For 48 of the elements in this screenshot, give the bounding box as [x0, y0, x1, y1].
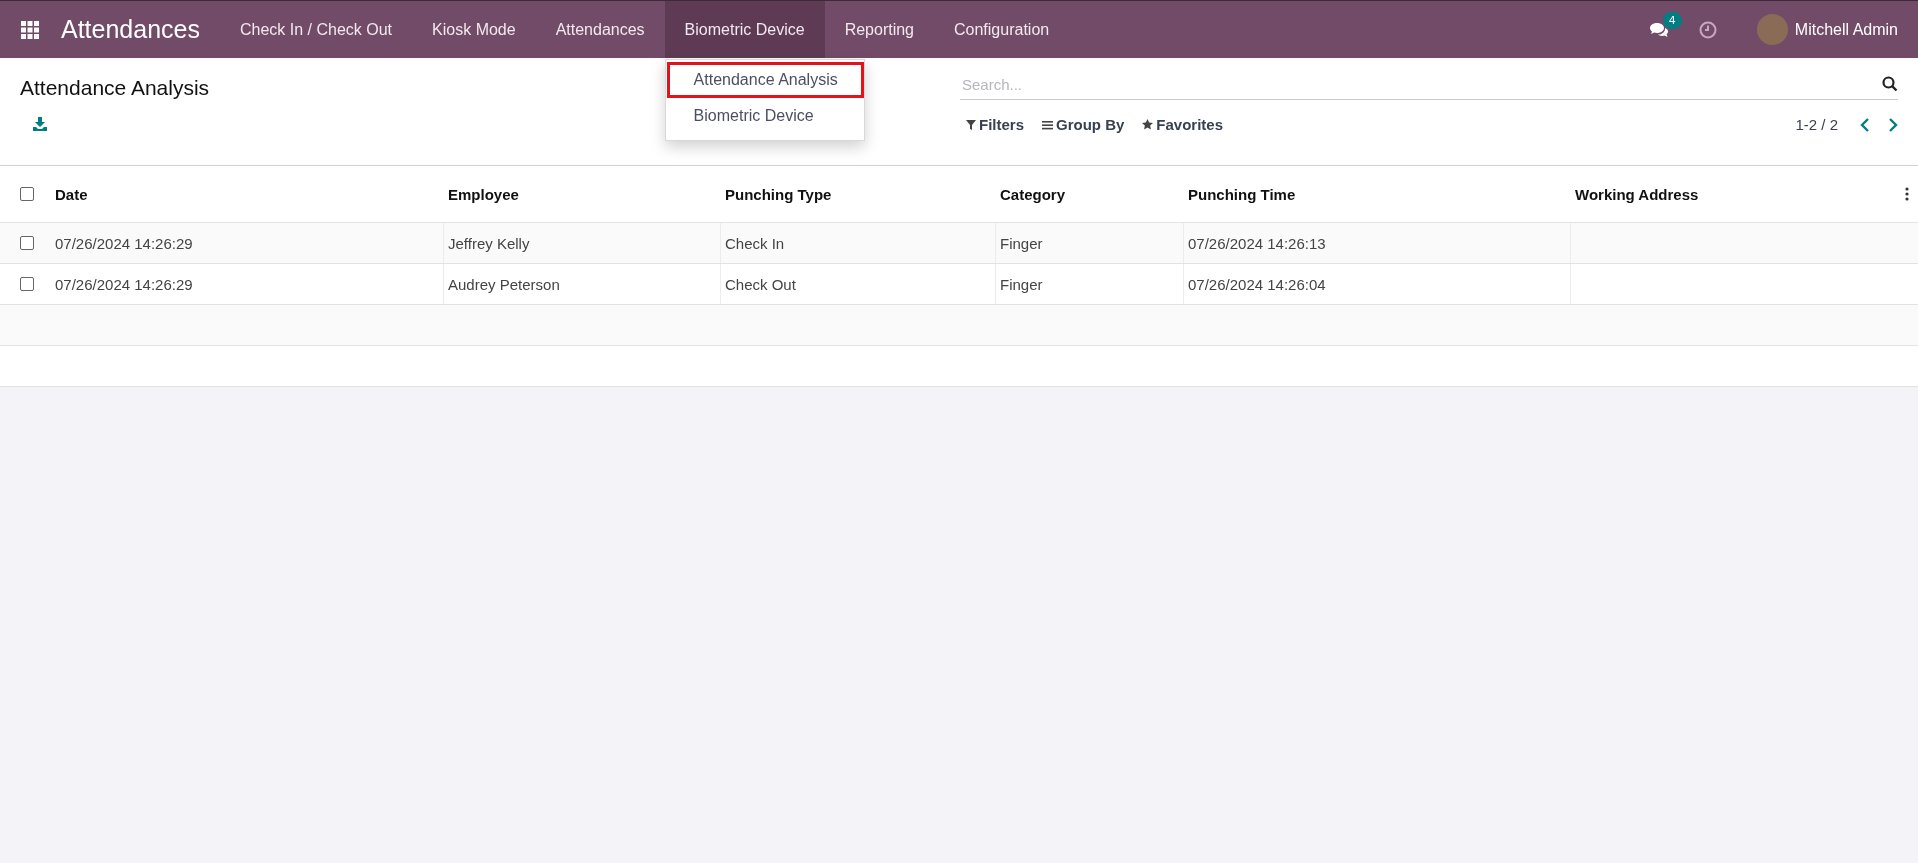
- menu-item[interactable]: Reporting: [824, 1, 934, 58]
- table-cell: 07/26/2024 14:26:13: [1188, 234, 1326, 252]
- page-title: Attendance Analysis: [20, 76, 210, 100]
- pager-value[interactable]: 1-2 / 2: [1795, 116, 1838, 133]
- list-icon: [1042, 119, 1053, 130]
- table-cell: Jeffrey Kelly: [448, 234, 530, 252]
- dropdown-item[interactable]: Biometric Device: [666, 98, 864, 134]
- column-header[interactable]: Punching Type: [725, 185, 832, 203]
- user-name[interactable]: Mitchell Admin: [1794, 20, 1898, 39]
- column-header[interactable]: Category: [1000, 185, 1066, 203]
- search-icon[interactable]: [1882, 76, 1898, 92]
- download-icon[interactable]: [32, 116, 48, 132]
- column-header[interactable]: Date: [55, 185, 88, 203]
- table-cell: Check In: [725, 234, 785, 252]
- menu-item[interactable]: Biometric Device: [664, 1, 825, 58]
- table-row[interactable]: 07/26/2024 14:26:29 Jeffrey Kelly Check In Finger 07/26/2024 14:26:13: [0, 223, 1918, 264]
- table-cell: Finger: [1000, 275, 1043, 293]
- menu-item[interactable]: Attendances: [535, 1, 665, 58]
- star-icon: [1142, 119, 1154, 130]
- kebab-menu-icon[interactable]: [1905, 187, 1909, 201]
- menu-item[interactable]: Check In / Check Out: [220, 1, 413, 58]
- column-header[interactable]: Working Address: [1575, 185, 1699, 203]
- row-checkbox[interactable]: [19, 277, 34, 291]
- search-field[interactable]: Search...: [960, 75, 1882, 93]
- clock-icon[interactable]: [1698, 20, 1717, 39]
- filter-toggle[interactable]: Group By: [1036, 112, 1131, 137]
- menu-item[interactable]: Kiosk Mode: [412, 1, 536, 58]
- chevron-right-icon[interactable]: [1888, 117, 1898, 132]
- table-cell: Audrey Peterson: [448, 275, 560, 293]
- funnel-icon: [966, 119, 976, 130]
- apps-grid-icon[interactable]: [21, 20, 39, 39]
- row-checkbox[interactable]: [19, 236, 34, 250]
- chevron-left-icon[interactable]: [1860, 117, 1870, 132]
- column-header[interactable]: Punching Time: [1188, 185, 1296, 203]
- table-cell: Finger: [1000, 234, 1043, 252]
- message-count-badge: 4: [1662, 11, 1682, 29]
- menu-item[interactable]: Configuration: [934, 1, 1070, 58]
- column-header[interactable]: Employee: [448, 185, 519, 203]
- chat-icon[interactable]: [1648, 21, 1669, 38]
- dropdown-item[interactable]: Attendance Analysis: [666, 62, 864, 98]
- filter-toggle[interactable]: Filters: [960, 112, 1030, 137]
- select-all-checkbox[interactable]: [19, 187, 34, 201]
- table-cell: 07/26/2024 14:26:29: [55, 275, 193, 293]
- filter-toggle[interactable]: Favorites: [1136, 112, 1230, 137]
- table-cell: 07/26/2024 14:26:04: [1188, 275, 1326, 293]
- table-cell: 07/26/2024 14:26:29: [55, 234, 193, 252]
- app-name[interactable]: Attendances: [61, 15, 200, 44]
- table-cell: Check Out: [725, 275, 796, 293]
